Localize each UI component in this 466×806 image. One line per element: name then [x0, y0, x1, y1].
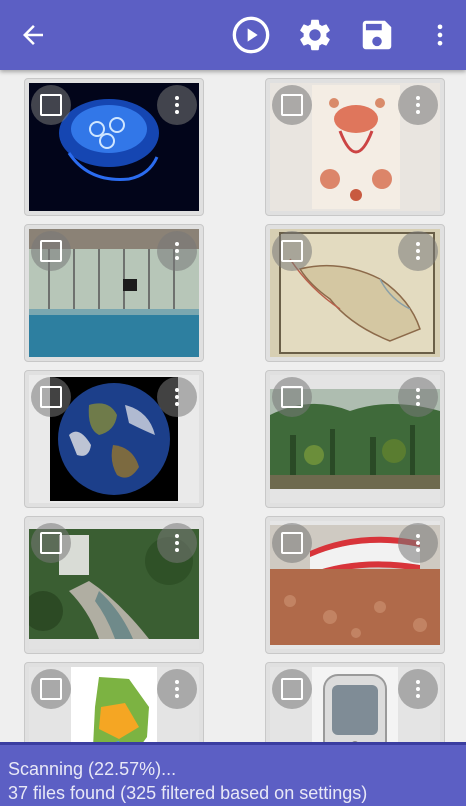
select-checkbox[interactable] [272, 523, 312, 563]
play-circle-icon [232, 16, 270, 54]
item-menu-button[interactable] [398, 231, 438, 271]
save-button[interactable] [352, 10, 402, 60]
item-menu-button[interactable] [398, 377, 438, 417]
select-checkbox[interactable] [31, 669, 71, 709]
select-checkbox[interactable] [272, 377, 312, 417]
scan-status-bar: Scanning (22.57%)... 37 files found (325… [0, 742, 466, 806]
select-checkbox[interactable] [272, 231, 312, 271]
item-menu-button[interactable] [398, 523, 438, 563]
scan-progress-text: Scanning (22.57%)... [8, 759, 177, 779]
grid-item-lebanon-flag-landscape[interactable] [265, 516, 445, 654]
image-grid [0, 70, 466, 742]
gear-icon [300, 19, 330, 51]
item-menu-button[interactable] [157, 377, 197, 417]
item-menu-button[interactable] [157, 523, 197, 563]
select-checkbox[interactable] [31, 523, 71, 563]
grid-item-indoor-swimming-pool[interactable] [24, 224, 204, 362]
item-menu-button[interactable] [157, 231, 197, 271]
select-checkbox[interactable] [31, 377, 71, 417]
grid-item-tropical-plants[interactable] [265, 370, 445, 508]
item-menu-button[interactable] [398, 669, 438, 709]
grid-item-haeckel-illustration[interactable] [265, 78, 445, 216]
floppy-disk-icon [362, 20, 392, 50]
grid-item-earth-globe[interactable] [24, 370, 204, 508]
grid-item-lebanon-map[interactable] [24, 662, 204, 742]
select-checkbox[interactable] [31, 85, 71, 125]
grid-item-jellyfish[interactable] [24, 78, 204, 216]
select-checkbox[interactable] [272, 669, 312, 709]
item-menu-button[interactable] [157, 85, 197, 125]
files-found-text: 37 files found (325 filtered based on se… [8, 783, 368, 803]
item-menu-button[interactable] [157, 669, 197, 709]
grid-item-old-map-arabia[interactable] [265, 224, 445, 362]
settings-button[interactable] [290, 10, 340, 60]
back-button[interactable] [8, 10, 58, 60]
arrow-back-icon [23, 25, 43, 45]
app-root: Scanning (22.57%)... 37 files found (325… [0, 0, 466, 806]
more-vert-icon [437, 24, 443, 46]
grid-item-appliance[interactable] [265, 662, 445, 742]
start-scan-button[interactable] [226, 10, 276, 60]
overflow-menu-button[interactable] [418, 10, 462, 60]
top-toolbar [0, 0, 466, 70]
select-checkbox[interactable] [31, 231, 71, 271]
select-checkbox[interactable] [272, 85, 312, 125]
item-menu-button[interactable] [398, 85, 438, 125]
grid-item-river-gorge[interactable] [24, 516, 204, 654]
